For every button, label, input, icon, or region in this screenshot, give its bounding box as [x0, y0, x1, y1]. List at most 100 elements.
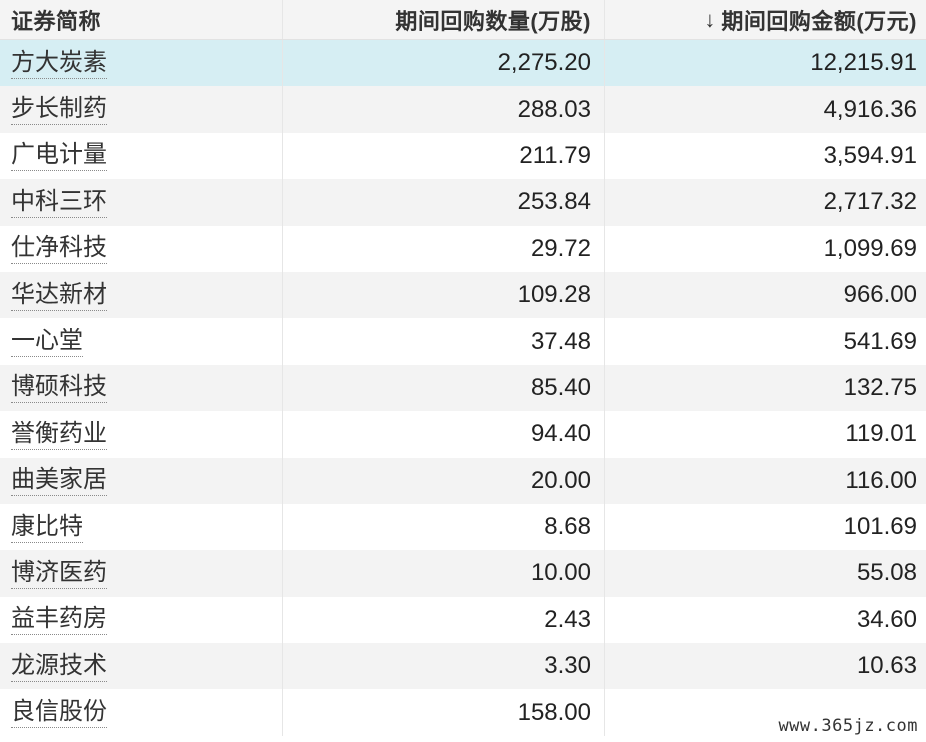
cell-amount: 119.01: [605, 411, 926, 457]
stock-name-link[interactable]: 誉衡药业: [11, 419, 107, 450]
cell-quantity: 288.03: [283, 86, 605, 133]
cell-quantity: 158.00: [283, 689, 605, 736]
amount-value: 55.08: [856, 559, 917, 587]
cell-stock-name: 仕净科技: [0, 225, 283, 272]
cell-quantity: 37.48: [283, 318, 605, 365]
cell-amount: 3,594.91: [605, 133, 926, 179]
buyback-table: 证券简称 期间回购数量(万股) ↓ 期间回购金额(万元) 方大炭素 2,275.2…: [0, 0, 926, 742]
cell-quantity: 109.28: [283, 271, 605, 319]
cell-quantity: 253.84: [283, 179, 605, 226]
stock-name-link[interactable]: 益丰药房: [11, 604, 107, 636]
cell-quantity: 211.79: [283, 132, 605, 180]
cell-amount: 132.75: [605, 365, 926, 411]
table-row[interactable]: 誉衡药业 94.40 119.01: [0, 411, 926, 458]
table-row[interactable]: 康比特 8.68 101.69: [0, 503, 926, 551]
cell-quantity: 3.30: [283, 643, 605, 690]
amount-value: 541.69: [843, 327, 917, 355]
stock-name-link[interactable]: 龙源技术: [11, 651, 107, 682]
cell-quantity: 2,275.20: [283, 40, 605, 87]
cell-quantity: 94.40: [283, 411, 605, 458]
cell-stock-name: 康比特: [0, 503, 283, 551]
cell-stock-name: 曲美家居: [0, 457, 283, 504]
quantity-value: 2,275.20: [497, 49, 591, 77]
table-row[interactable]: 仕净科技 29.72 1,099.69: [0, 225, 926, 272]
cell-quantity: 2.43: [283, 596, 605, 644]
quantity-value: 20.00: [530, 466, 591, 494]
stock-name-link[interactable]: 康比特: [11, 512, 83, 543]
quantity-value: 85.40: [530, 373, 591, 401]
table-row[interactable]: 博硕科技 85.40 132.75: [0, 364, 926, 412]
cell-quantity: 29.72: [283, 225, 605, 272]
cell-amount: 12,215.91: [605, 40, 926, 86]
table-row[interactable]: 一心堂 37.48 541.69: [0, 318, 926, 365]
quantity-value: 10.00: [530, 559, 591, 587]
table-row[interactable]: 方大炭素 2,275.20 12,215.91: [0, 40, 926, 87]
stock-name-link[interactable]: 博济医药: [11, 558, 107, 589]
table-row[interactable]: 益丰药房 2.43 34.60: [0, 596, 926, 644]
stock-name-link[interactable]: 一心堂: [11, 326, 83, 358]
column-header-quantity-label: 期间回购数量(万股): [395, 8, 591, 34]
cell-amount: 966.00: [605, 272, 926, 318]
table-row[interactable]: 博济医药 10.00 55.08: [0, 550, 926, 597]
cell-stock-name: 华达新材: [0, 271, 283, 319]
stock-name-link[interactable]: 良信股份: [11, 697, 107, 729]
amount-value: 2,717.32: [823, 188, 917, 216]
amount-value: 101.69: [843, 513, 917, 541]
cell-amount: 55.08: [605, 550, 926, 596]
column-header-name-label: 证券简称: [11, 8, 102, 34]
quantity-value: 2.43: [544, 605, 591, 633]
cell-quantity: 8.68: [283, 503, 605, 551]
cell-amount: 116.00: [605, 458, 926, 504]
cell-stock-name: 中科三环: [0, 179, 283, 226]
stock-name-link[interactable]: 仕净科技: [11, 233, 107, 265]
amount-value: 12,215.91: [810, 49, 917, 77]
amount-value: 1,099.69: [823, 234, 917, 262]
cell-stock-name: 博硕科技: [0, 364, 283, 412]
cell-stock-name: 龙源技术: [0, 643, 283, 690]
table-body: 方大炭素 2,275.20 12,215.91 步长制药 288.03 4,916.36 广…: [0, 40, 926, 736]
column-header-quantity[interactable]: 期间回购数量(万股): [283, 0, 605, 39]
column-header-amount[interactable]: ↓ 期间回购金额(万元): [605, 0, 926, 39]
table-row[interactable]: 中科三环 253.84 2,717.32: [0, 179, 926, 226]
quantity-value: 211.79: [519, 141, 591, 169]
stock-name-link[interactable]: 步长制药: [11, 94, 107, 126]
cell-stock-name: 步长制药: [0, 86, 283, 133]
amount-value: 34.60: [856, 605, 917, 633]
quantity-value: 29.72: [530, 234, 591, 262]
table-row[interactable]: 曲美家居 20.00 116.00: [0, 457, 926, 504]
cell-quantity: 20.00: [283, 457, 605, 504]
stock-name-link[interactable]: 博硕科技: [11, 372, 107, 404]
cell-stock-name: 益丰药房: [0, 596, 283, 644]
amount-value: 966.00: [843, 281, 917, 309]
cell-stock-name: 誉衡药业: [0, 411, 283, 458]
cell-amount: 4,916.36: [605, 86, 926, 132]
stock-name-link[interactable]: 华达新材: [11, 280, 107, 311]
table-row[interactable]: 华达新材 109.28 966.00: [0, 271, 926, 319]
table-row[interactable]: 龙源技术 3.30 10.63: [0, 643, 926, 690]
amount-value: 10.63: [856, 652, 917, 680]
column-header-name[interactable]: 证券简称: [0, 0, 283, 39]
cell-stock-name: 方大炭素: [0, 40, 283, 87]
column-header-amount-label: 期间回购金额(万元): [721, 8, 917, 34]
stock-name-link[interactable]: 方大炭素: [11, 48, 107, 79]
stock-name-link[interactable]: 广电计量: [11, 140, 107, 172]
table-row[interactable]: 步长制药 288.03 4,916.36: [0, 86, 926, 133]
stock-name-link[interactable]: 中科三环: [11, 187, 107, 218]
sort-descending-icon: ↓: [704, 6, 716, 32]
table-row[interactable]: 广电计量 211.79 3,594.91: [0, 132, 926, 180]
stock-name-link[interactable]: 曲美家居: [11, 465, 107, 497]
cell-amount: 10.63: [605, 643, 926, 689]
cell-amount: 34.60: [605, 597, 926, 643]
cell-amount: 541.69: [605, 318, 926, 364]
cell-quantity: 85.40: [283, 364, 605, 412]
cell-amount: 2,717.32: [605, 179, 926, 225]
quantity-value: 3.30: [544, 652, 591, 680]
watermark: www.365jz.com: [778, 716, 918, 736]
amount-value: 3,594.91: [823, 141, 917, 169]
cell-stock-name: 一心堂: [0, 318, 283, 365]
cell-stock-name: 良信股份: [0, 689, 283, 736]
quantity-value: 109.28: [517, 281, 591, 309]
cell-stock-name: 广电计量: [0, 132, 283, 180]
quantity-value: 288.03: [517, 95, 591, 123]
cell-stock-name: 博济医药: [0, 550, 283, 597]
